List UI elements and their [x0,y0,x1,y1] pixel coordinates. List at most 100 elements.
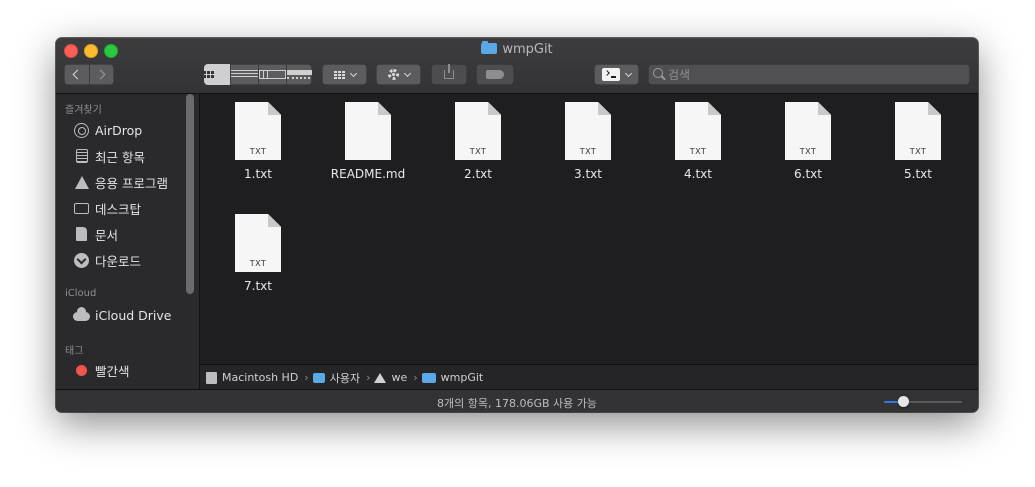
cloud-icon [73,307,90,321]
share-icon [444,64,454,79]
sidebar-item-red-tag[interactable]: 빨간색 [73,360,130,380]
file-name: 6.txt [794,167,822,181]
path-item-home[interactable]: we [374,371,407,384]
sidebar-item-label: 문서 [95,227,119,243]
path-item-label: Macintosh HD [222,371,299,384]
column-view-button[interactable] [257,64,286,85]
toolbar: wmpGit [56,38,978,94]
file-name: 1.txt [244,167,272,181]
text-document-icon: TXT [895,102,941,160]
path-item-current-folder[interactable]: wmpGit [421,371,484,384]
file-item[interactable]: README.md [320,94,416,190]
applications-icon [74,175,89,189]
icon-size-slider[interactable] [884,396,962,407]
columns-icon [258,70,286,79]
sidebar-scrollbar[interactable] [186,94,194,294]
finder-window: wmpGit 검색 즐겨찾기 AirDrop 최근 항목 응용 프로그램 데스크… [56,38,978,412]
icon-view-button[interactable] [204,64,230,85]
share-button[interactable] [431,64,467,85]
sidebar-item-recents[interactable]: 최근 항목 [73,146,145,166]
path-item-label: we [391,371,408,384]
gallery-icon [286,70,312,79]
forward-button[interactable] [88,64,115,85]
path-separator-icon: › [304,371,309,384]
terminal-icon [602,68,620,81]
path-separator-icon: › [366,371,371,384]
sidebar-heading-favorites: 즐겨찾기 [65,105,102,116]
recents-icon [75,149,88,163]
sidebar-item-airdrop[interactable]: AirDrop [73,120,142,140]
file-grid: TXT 1.txt README.md TXT 2.txt TXT 3.txt … [200,94,978,364]
file-item[interactable]: TXT 2.txt [430,94,526,190]
file-item[interactable]: TXT 1.txt [210,94,306,190]
chevron-right-icon [95,69,106,80]
view-mode-control [204,64,312,85]
chevron-down-icon [349,69,357,77]
sidebar-item-icloud-drive[interactable]: iCloud Drive [73,305,171,325]
status-text: 8개의 항목, 178.06GB 사용 가능 [436,397,597,410]
path-item-label: wmpGit [440,371,484,384]
arrange-button[interactable] [322,64,367,85]
window-title: wmpGit [56,41,978,57]
file-item[interactable]: TXT 5.txt [870,94,966,190]
sidebar-heading-icloud: iCloud [65,288,97,299]
chevron-left-icon [72,69,83,80]
window-title-text: wmpGit [502,42,553,57]
file-item[interactable]: TXT 4.txt [650,94,746,190]
file-name: 7.txt [244,279,272,293]
text-document-icon: TXT [235,214,281,272]
grid-icon [204,71,230,78]
file-item[interactable]: TXT 6.txt [760,94,856,190]
document-icon [345,102,391,160]
slider-knob[interactable] [898,396,909,407]
file-item[interactable]: TXT 3.txt [540,94,636,190]
sidebar-item-label: AirDrop [95,122,143,138]
text-document-icon: TXT [565,102,611,160]
downloads-icon [74,252,89,268]
arrange-icon [333,70,345,79]
text-document-icon: TXT [785,102,831,160]
folder-icon [481,41,498,54]
text-document-icon: TXT [455,102,501,160]
action-button[interactable] [376,64,421,85]
search-input[interactable] [668,64,958,85]
folder-icon [421,372,436,383]
file-item[interactable]: TXT 7.txt [210,206,306,302]
path-bar: Macintosh HD › 사용자 › we › wmpGit [200,364,978,390]
gallery-view-button[interactable] [285,64,312,85]
search-icon [653,68,663,78]
back-button[interactable] [64,64,89,85]
list-view-button[interactable] [229,64,258,85]
sidebar-item-label: iCloud Drive [95,307,172,323]
sidebar-heading-tags: 태그 [65,346,84,357]
path-item-users[interactable]: 사용자 [312,370,361,386]
text-document-icon: TXT [675,102,721,160]
status-bar: 8개의 항목, 178.06GB 사용 가능 [56,389,978,412]
text-document-icon: TXT [235,102,281,160]
airdrop-icon [74,122,89,138]
sidebar-item-label: 데스크탑 [95,201,142,217]
file-name: 5.txt [904,167,932,181]
sidebar-item-downloads[interactable]: 다운로드 [73,250,141,270]
gear-icon [387,69,399,80]
sidebar-item-label: 최근 항목 [95,149,145,165]
search-field[interactable] [648,64,970,85]
tags-button[interactable] [476,64,514,85]
path-item-macintosh-hd[interactable]: Macintosh HD [206,371,298,384]
terminal-button[interactable] [594,64,639,85]
hard-drive-icon [206,371,217,384]
sidebar-item-documents[interactable]: 문서 [73,224,118,244]
navigation-buttons [64,64,114,85]
sidebar-item-desktop[interactable]: 데스크탑 [73,198,141,218]
chevron-down-icon [403,69,411,77]
sidebar: 즐겨찾기 AirDrop 최근 항목 응용 프로그램 데스크탑 문서 다운로드 … [56,94,200,390]
sidebar-item-label: 다운로드 [95,253,142,269]
path-item-label: 사용자 [329,371,361,385]
desktop-icon [74,202,89,214]
file-name: README.md [330,167,406,181]
list-icon [230,70,258,79]
path-separator-icon: › [413,371,418,384]
documents-icon [76,227,87,241]
tag-icon [486,70,504,79]
sidebar-item-applications[interactable]: 응용 프로그램 [73,172,168,192]
